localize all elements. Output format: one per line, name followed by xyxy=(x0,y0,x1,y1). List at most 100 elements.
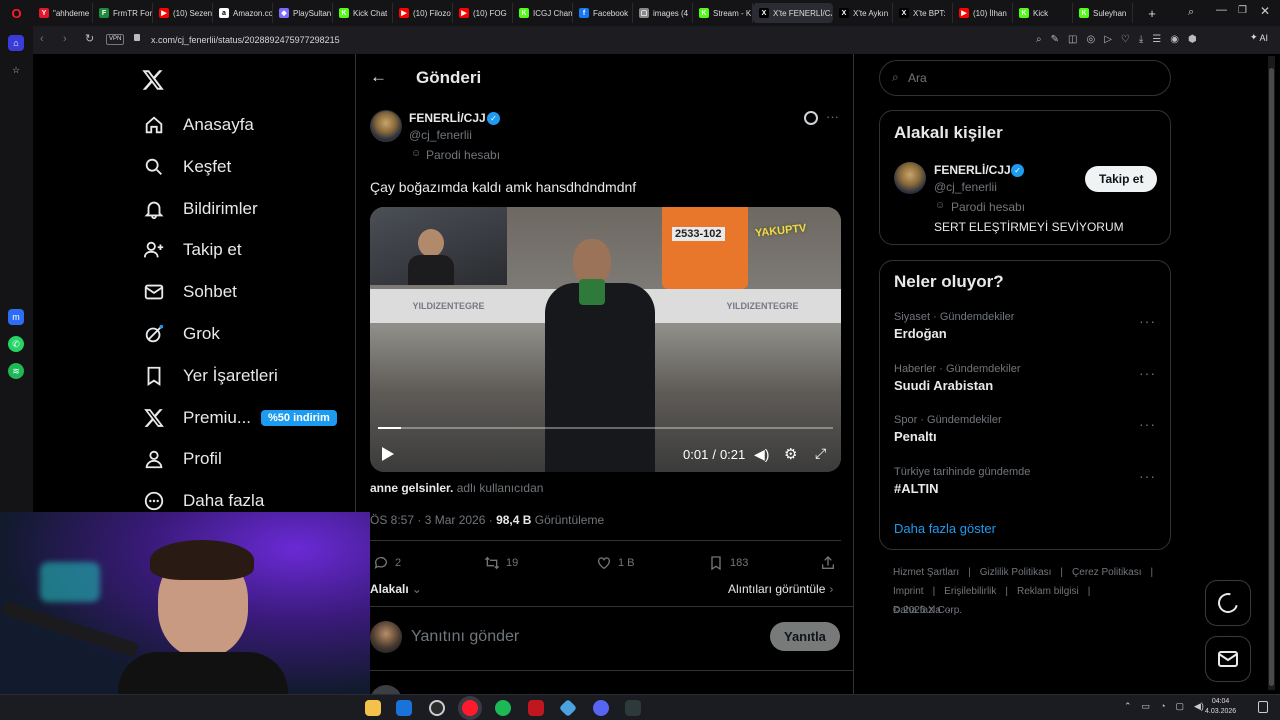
footer-link[interactable]: Erişilebilirlik xyxy=(944,586,996,597)
volume-icon[interactable]: ◀) xyxy=(754,446,769,463)
messenger-icon[interactable]: m xyxy=(8,309,24,325)
home-sidebar-icon[interactable]: ⌂ xyxy=(8,35,24,51)
whatsapp-icon[interactable]: ✆ xyxy=(8,336,24,352)
browser-tab[interactable]: K Suleyhan xyxy=(1073,3,1133,23)
repost-action[interactable]: 19 xyxy=(484,555,518,571)
clock[interactable]: 04:04 4.03.2026 xyxy=(1205,697,1236,717)
browser-tab[interactable]: X X'te FENERLİ/CJJ xyxy=(753,3,833,23)
x-logo-icon[interactable] xyxy=(141,68,165,92)
ai-button[interactable]: ✦ AI xyxy=(1250,32,1268,43)
trend-more-icon[interactable]: ··· xyxy=(1139,416,1156,432)
footer-link[interactable]: Gizlilik Politikası xyxy=(980,567,1052,578)
tab-search-icon[interactable]: ⌕ xyxy=(1188,6,1194,19)
relevance-dropdown[interactable]: Alakalı ⌄ xyxy=(370,582,422,596)
show-more-link[interactable]: Daha fazla göster xyxy=(894,521,996,536)
profile-icon[interactable]: ◉ xyxy=(1170,34,1179,45)
browser-tab[interactable]: a Amazon.co xyxy=(213,3,273,23)
browser-tab[interactable]: ◆ PlaySultan xyxy=(273,3,333,23)
browser-tab[interactable]: ▶ (10) Filozo xyxy=(393,3,453,23)
edit-icon[interactable]: ✎ xyxy=(1051,34,1059,45)
search-box[interactable]: ⌕ Ara xyxy=(879,60,1171,96)
tray-battery-icon[interactable]: ▭ xyxy=(1142,701,1151,712)
extensions-icon[interactable]: ⬢ xyxy=(1188,34,1197,45)
reply-button[interactable]: Yanıtla xyxy=(770,622,840,651)
trend-more-icon[interactable]: ··· xyxy=(1139,468,1156,484)
new-tab-button[interactable]: + xyxy=(1143,6,1161,21)
nav-item[interactable]: Bildirimler xyxy=(143,192,258,226)
related-handle[interactable]: @cj_fenerlii xyxy=(934,180,997,194)
nav-item[interactable]: Sohbet xyxy=(143,275,237,309)
nav-item[interactable]: Takip et xyxy=(143,233,242,267)
app-diamond-icon[interactable] xyxy=(558,698,578,718)
terminal-icon[interactable] xyxy=(625,700,641,716)
reply-action[interactable]: 2 xyxy=(373,555,401,571)
reload-button[interactable]: ↻ xyxy=(85,32,94,45)
browser-tab[interactable]: K Kick xyxy=(1013,3,1073,23)
author-avatar[interactable] xyxy=(370,110,402,142)
trend-item[interactable]: Türkiye tarihinde gündemde #ALTIN xyxy=(894,466,1030,496)
share-action[interactable] xyxy=(820,555,836,571)
play-icon[interactable]: ▷ xyxy=(1104,34,1112,45)
browser-tab[interactable]: X X'te Aykın xyxy=(833,3,893,23)
messages-floating-button[interactable] xyxy=(1205,636,1251,682)
more-options-icon[interactable]: ··· xyxy=(826,109,839,124)
tray-volume-icon[interactable]: ◀) xyxy=(1194,701,1204,712)
notification-icon[interactable] xyxy=(1258,701,1268,713)
play-button[interactable] xyxy=(382,447,394,461)
browser-tab[interactable]: K Kick Chat xyxy=(333,3,393,23)
nav-item[interactable]: Premiu... xyxy=(143,401,251,435)
vpn-badge[interactable]: VPN xyxy=(106,34,125,45)
spotify-icon[interactable]: ≋ xyxy=(8,363,24,379)
reply-avatar[interactable] xyxy=(370,621,402,653)
app-red-icon[interactable] xyxy=(528,700,544,716)
footer-link[interactable]: Hizmet Şartları xyxy=(893,567,959,578)
trend-more-icon[interactable]: ··· xyxy=(1139,365,1156,381)
browser-tab[interactable]: ▶ (10) İlhan xyxy=(953,3,1013,23)
heart-icon[interactable]: ♡ xyxy=(1121,34,1130,45)
discord-icon[interactable] xyxy=(593,700,609,716)
browser-tab[interactable]: K Stream - K xyxy=(693,3,753,23)
outlook-icon[interactable] xyxy=(396,700,412,716)
back-button[interactable]: ‹ xyxy=(40,33,44,45)
browser-tab[interactable]: ▢ images (4 xyxy=(633,3,693,23)
browser-tab[interactable]: ▶ (10) Sezen xyxy=(153,3,213,23)
scrollbar-thumb[interactable] xyxy=(1269,68,1274,686)
trend-item[interactable]: Haberler · Gündemdekiler Suudi Arabistan xyxy=(894,363,1021,393)
opera-taskbar-icon[interactable] xyxy=(462,700,478,716)
grok-post-icon[interactable] xyxy=(804,111,818,125)
forward-button[interactable]: › xyxy=(63,33,67,45)
browser-tab[interactable]: F FrmTR For xyxy=(93,3,153,23)
post-video[interactable]: YILDIZENTEGRE YILDIZENTEGRE YILDIZENTEGR… xyxy=(370,207,841,472)
shield-icon[interactable]: ◎ xyxy=(1086,34,1095,45)
browser-tab[interactable]: Y "ahhdeme xyxy=(33,3,93,23)
menu-icon[interactable]: ☰ xyxy=(1152,34,1161,45)
star-sidebar-icon[interactable]: ☆ xyxy=(8,62,24,78)
url-field[interactable]: x.com/cj_fenerlii/status/202889247597729… xyxy=(151,35,340,45)
trend-item[interactable]: Spor · Gündemdekiler Penaltı xyxy=(894,414,1002,444)
tray-chevron-icon[interactable]: ⌃ xyxy=(1124,701,1132,712)
nav-item[interactable]: Anasayfa xyxy=(143,108,254,142)
nav-item[interactable]: Keşfet xyxy=(143,150,231,184)
quotes-link[interactable]: Alıntıları görüntüle › xyxy=(728,582,833,596)
author-name[interactable]: FENERLİ/CJJ xyxy=(409,111,486,125)
search-input[interactable]: Ara xyxy=(908,71,927,85)
obs-icon[interactable] xyxy=(429,700,445,716)
reply-input[interactable]: Yanıtını gönder xyxy=(411,628,519,646)
maximize-button[interactable]: ❐ xyxy=(1238,5,1247,16)
trend-item[interactable]: Siyaset · Gündemdekiler Erdoğan xyxy=(894,311,1014,341)
browser-tab[interactable]: K ICGJ Chan xyxy=(513,3,573,23)
trend-more-icon[interactable]: ··· xyxy=(1139,313,1156,329)
footer-link[interactable]: Imprint xyxy=(893,586,924,597)
video-progress-track[interactable] xyxy=(378,427,833,429)
footer-link[interactable]: Çerez Politikası xyxy=(1072,567,1141,578)
follow-button[interactable]: Takip et xyxy=(1085,166,1158,192)
nav-item[interactable]: Profil xyxy=(143,442,222,476)
like-action[interactable]: 1 B xyxy=(596,555,635,571)
close-window-button[interactable]: ✕ xyxy=(1260,4,1270,18)
minimize-button[interactable]: — xyxy=(1216,4,1227,16)
grok-floating-button[interactable] xyxy=(1205,580,1251,626)
bookmark-action[interactable]: 183 xyxy=(708,555,748,571)
tray-network-icon[interactable]: ◔ xyxy=(1160,701,1165,712)
related-name[interactable]: FENERLİ/CJJ xyxy=(934,163,1011,177)
fullscreen-icon[interactable]: ⤢ xyxy=(815,445,826,462)
